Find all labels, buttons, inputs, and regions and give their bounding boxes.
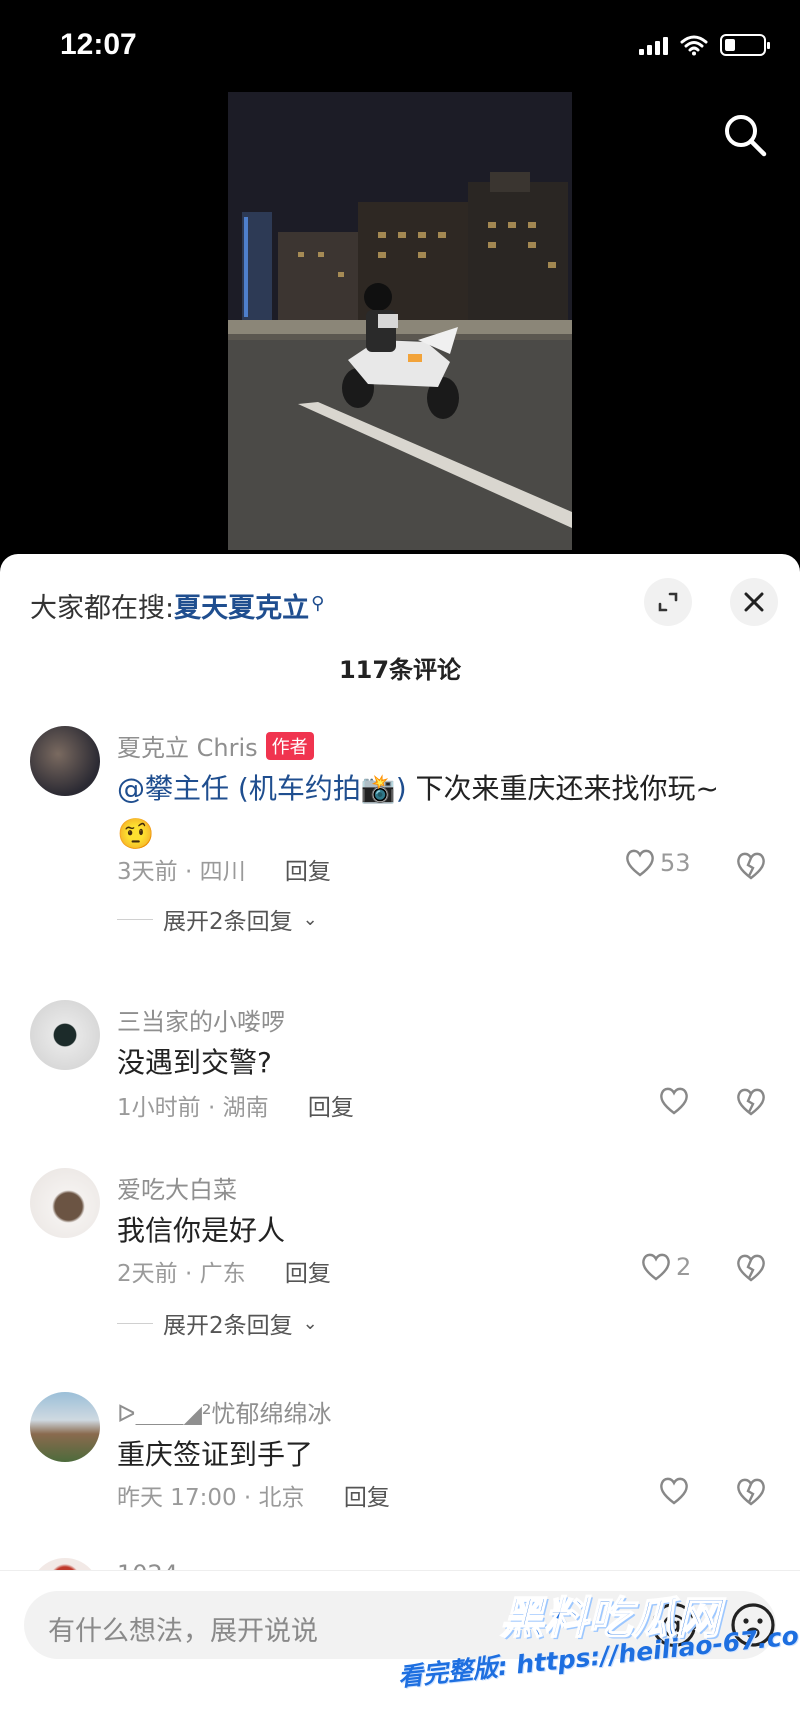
comment-time-location: 昨天 17:00 · 北京 bbox=[117, 1485, 305, 1511]
comment-text: 没遇到交警? bbox=[117, 1046, 272, 1079]
like-count: 53 bbox=[660, 849, 691, 877]
hot-search[interactable]: 大家都在搜: 夏天夏克立 ⚲ bbox=[30, 586, 324, 625]
close-icon bbox=[744, 592, 764, 612]
battery-icon bbox=[720, 34, 770, 56]
chevron-down-icon: ⌄ bbox=[302, 908, 318, 930]
search-icon[interactable] bbox=[722, 112, 768, 158]
dislike-heart-icon[interactable] bbox=[735, 1252, 767, 1284]
mention-link[interactable]: @攀主任 (机车约拍📸) bbox=[117, 772, 407, 805]
comment-time-location: 1小时前 · 湖南 bbox=[117, 1095, 269, 1121]
author-name[interactable]: ᐅ＿＿◢²忧郁绵绵冰 bbox=[117, 1394, 332, 1429]
dislike-heart-icon[interactable] bbox=[735, 850, 767, 882]
chevron-down-icon: ⌄ bbox=[302, 1312, 318, 1334]
heart-icon bbox=[660, 1087, 688, 1115]
dislike-heart-icon[interactable] bbox=[735, 1086, 767, 1118]
reply-button[interactable]: 回复 bbox=[285, 859, 331, 885]
wifi-icon bbox=[680, 35, 708, 56]
status-bar: 12:07 bbox=[0, 0, 800, 92]
comment-meta: 1小时前 · 湖南 回复 bbox=[117, 1088, 354, 1122]
comment-sheet: 大家都在搜: 夏天夏克立 ⚲ 117条评论 夏克立 Chris 作者 @攀主任 … bbox=[0, 554, 800, 1733]
comment-count: 117条评论 bbox=[338, 656, 462, 684]
avatar[interactable] bbox=[30, 1000, 100, 1070]
comment-time-location: 3天前 · 四川 bbox=[117, 859, 246, 885]
reply-button[interactable]: 回复 bbox=[308, 1095, 354, 1121]
comment-meta: 昨天 17:00 · 北京 回复 bbox=[117, 1478, 390, 1512]
search-small-icon: ⚲ bbox=[311, 593, 325, 614]
status-time: 12:07 bbox=[60, 28, 137, 61]
expand-replies-label: 展开2条回复 bbox=[163, 909, 293, 935]
author-name[interactable]: 夏克立 Chris bbox=[117, 728, 258, 763]
heart-icon bbox=[660, 1477, 688, 1505]
emoji: 🤨 bbox=[117, 817, 155, 852]
status-icons bbox=[639, 34, 770, 56]
heart-icon bbox=[642, 1253, 670, 1281]
divider bbox=[117, 918, 153, 920]
expand-icon bbox=[658, 592, 678, 612]
like-button[interactable] bbox=[658, 1476, 694, 1506]
comment-author[interactable]: ᐅ＿＿◢²忧郁绵绵冰 bbox=[117, 1394, 332, 1429]
comment-text: @攀主任 (机车约拍📸) 下次来重庆还来找你玩~ 🤨 bbox=[117, 766, 757, 858]
like-button[interactable]: 2 bbox=[640, 1252, 691, 1282]
divider bbox=[117, 1322, 153, 1324]
comment-author[interactable]: 夏克立 Chris 作者 bbox=[117, 728, 314, 763]
video-frame[interactable] bbox=[228, 92, 572, 550]
expand-replies-button[interactable]: 展开2条回复 ⌄ bbox=[117, 902, 318, 936]
comment-text: 我信你是好人 bbox=[117, 1214, 286, 1247]
avatar[interactable] bbox=[30, 1392, 100, 1462]
reply-button[interactable]: 回复 bbox=[344, 1485, 390, 1511]
hot-search-label: 大家都在搜: bbox=[30, 593, 175, 624]
expand-button[interactable] bbox=[644, 578, 692, 626]
heart-icon bbox=[626, 849, 654, 877]
hot-search-term[interactable]: 夏天夏克立 bbox=[174, 586, 309, 625]
comment-author[interactable]: 爱吃大白菜 bbox=[117, 1170, 237, 1205]
like-count: 2 bbox=[676, 1253, 692, 1281]
comment-body: 下次来重庆还来找你玩~ bbox=[406, 772, 719, 805]
signal-icon bbox=[639, 35, 668, 55]
comment-meta: 2天前 · 广东 回复 bbox=[117, 1254, 331, 1288]
reply-button[interactable]: 回复 bbox=[285, 1261, 331, 1287]
like-button[interactable]: 53 bbox=[624, 848, 691, 878]
like-button[interactable] bbox=[658, 1086, 694, 1116]
expand-replies-button[interactable]: 展开2条回复 ⌄ bbox=[117, 1306, 318, 1340]
close-button[interactable] bbox=[730, 578, 778, 626]
author-name[interactable]: 三当家的小喽啰 bbox=[117, 1002, 285, 1037]
author-badge: 作者 bbox=[265, 731, 314, 760]
video-player[interactable] bbox=[0, 92, 800, 562]
avatar[interactable] bbox=[30, 726, 100, 796]
input-placeholder: 有什么想法，展开说说 bbox=[48, 1616, 318, 1647]
comment-meta: 3天前 · 四川 回复 bbox=[117, 852, 331, 886]
comment-time-location: 2天前 · 广东 bbox=[117, 1261, 246, 1287]
comment-author[interactable]: 三当家的小喽啰 bbox=[117, 1002, 285, 1037]
avatar[interactable] bbox=[30, 1168, 100, 1238]
comment-text: 重庆签证到手了 bbox=[117, 1438, 314, 1471]
author-name[interactable]: 爱吃大白菜 bbox=[117, 1170, 237, 1205]
video-thumbnail bbox=[228, 92, 572, 550]
dislike-heart-icon[interactable] bbox=[735, 1476, 767, 1508]
expand-replies-label: 展开2条回复 bbox=[163, 1313, 293, 1339]
